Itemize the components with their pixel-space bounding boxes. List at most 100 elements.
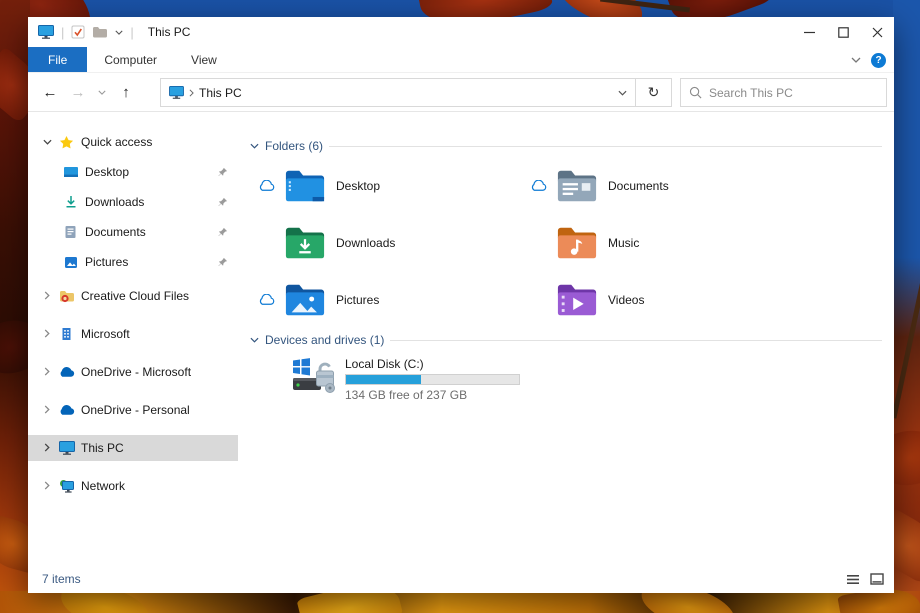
help-button[interactable]: ? <box>871 52 886 68</box>
folders-grid: Desktop Documents Downloads Music Pictur… <box>256 157 828 328</box>
pictures-icon <box>62 254 79 270</box>
properties-icon[interactable] <box>71 25 85 39</box>
videos-folder-icon <box>557 284 597 315</box>
sidebar-item-label: This PC <box>81 441 124 455</box>
group-title[interactable]: Devices and drives (1) <box>265 333 384 347</box>
pin-icon <box>217 167 228 178</box>
sidebar-item-microsoft[interactable]: Microsoft <box>28 315 238 353</box>
drive-info: Local Disk (C:) 134 GB free of 237 GB <box>345 355 520 402</box>
network-icon <box>58 478 75 494</box>
sidebar-item-documents[interactable]: Documents <box>28 217 238 247</box>
local-disk-bitlocker-icon <box>293 358 335 393</box>
maximize-button[interactable] <box>826 17 860 47</box>
refresh-button[interactable]: ↻ <box>635 79 671 106</box>
folder-tile-documents[interactable]: Documents <box>528 157 828 214</box>
drive-tile-local-disk-c[interactable]: Local Disk (C:) 134 GB free of 237 GB <box>290 355 520 402</box>
title-bar[interactable]: | | This PC <box>28 17 894 47</box>
forward-button[interactable]: → <box>64 78 92 106</box>
minimize-button[interactable] <box>792 17 826 47</box>
folder-tile-downloads[interactable]: Downloads <box>256 214 528 271</box>
breadcrumb-location[interactable]: This PC <box>199 86 242 100</box>
drive-name: Local Disk (C:) <box>345 357 424 371</box>
chevron-right-icon[interactable] <box>44 365 50 379</box>
sidebar-item-label: OneDrive - Microsoft <box>81 365 192 379</box>
ribbon-expand-chevron-icon[interactable] <box>851 57 861 63</box>
search-box[interactable] <box>680 78 887 107</box>
onedrive-cloud-icon <box>58 402 75 418</box>
ribbon-right-controls: ? <box>851 47 886 73</box>
items-view: Folders (6) Desktop Documents Downloads … <box>238 113 894 565</box>
pin-icon <box>217 197 228 208</box>
sidebar-item-label: Downloads <box>85 195 145 209</box>
details-view-icon[interactable] <box>846 574 860 585</box>
this-pc-icon <box>38 25 54 39</box>
sidebar-item-desktop[interactable]: Desktop <box>28 157 238 187</box>
chevron-right-icon[interactable] <box>44 479 50 493</box>
sidebar-item-label: Quick access <box>81 135 153 149</box>
group-header-folders[interactable]: Folders (6) <box>250 139 894 153</box>
sidebar-item-this-pc[interactable]: This PC <box>28 429 238 467</box>
chevron-right-icon[interactable] <box>44 289 50 303</box>
chevron-right-icon[interactable] <box>44 327 50 341</box>
folder-tile-label: Pictures <box>336 292 380 307</box>
download-icon <box>62 194 79 210</box>
chevron-down-icon[interactable] <box>40 139 54 145</box>
toolbar-customize-chevron-icon[interactable] <box>115 30 123 35</box>
folder-tile-music[interactable]: Music <box>528 214 828 271</box>
folder-tile-videos[interactable]: Videos <box>528 271 828 328</box>
address-bar[interactable]: This PC ↻ <box>160 78 672 107</box>
chevron-right-icon[interactable] <box>44 441 50 455</box>
toolbar-separator: | <box>61 24 65 40</box>
folder-tile-desktop[interactable]: Desktop <box>256 157 528 214</box>
ribbon-tab-row: File Computer View ? <box>28 47 894 73</box>
large-icons-view-icon[interactable] <box>870 573 884 585</box>
close-button[interactable] <box>860 17 894 47</box>
group-collapse-chevron-icon[interactable] <box>250 337 259 343</box>
sidebar-item-onedrive-personal[interactable]: OneDrive - Personal <box>28 391 238 429</box>
search-input[interactable] <box>709 85 878 100</box>
file-explorer-window: | | This PC File Computer View ? ← → ↑ T… <box>28 17 894 593</box>
downloads-folder-icon <box>285 227 325 258</box>
nav-history-buttons: ← → ↑ <box>28 78 140 106</box>
desktop-icon <box>62 164 79 180</box>
tab-computer[interactable]: Computer <box>87 47 174 72</box>
onedrive-status-cloud-icon <box>528 179 548 192</box>
item-count: 7 items <box>42 572 81 586</box>
pin-icon <box>217 227 228 238</box>
up-button[interactable]: ↑ <box>112 78 140 106</box>
creative-cloud-folder-icon <box>58 288 75 304</box>
this-pc-icon <box>169 86 184 99</box>
music-folder-icon <box>557 227 597 258</box>
breadcrumb-chevron-icon <box>189 88 194 97</box>
sidebar-item-network[interactable]: Network <box>28 467 238 505</box>
folder-tile-label: Videos <box>608 292 645 307</box>
toolbar-separator: | <box>130 24 134 40</box>
folder-tile-pictures[interactable]: Pictures <box>256 271 528 328</box>
sidebar-item-quick-access[interactable]: Quick access <box>28 127 238 157</box>
chevron-right-icon[interactable] <box>44 403 50 417</box>
sidebar-item-creative-cloud-files[interactable]: Creative Cloud Files <box>28 277 238 315</box>
group-collapse-chevron-icon[interactable] <box>250 143 259 149</box>
navigation-pane: Quick access Desktop Downloads Documents… <box>28 113 238 565</box>
sidebar-item-downloads[interactable]: Downloads <box>28 187 238 217</box>
recent-locations-chevron-icon[interactable] <box>92 78 112 106</box>
view-toggles <box>846 573 884 585</box>
back-button[interactable]: ← <box>36 78 64 106</box>
star-icon <box>58 134 75 150</box>
group-header-devices[interactable]: Devices and drives (1) <box>250 333 894 347</box>
sidebar-item-label: Desktop <box>85 165 130 179</box>
group-title[interactable]: Folders (6) <box>265 139 323 153</box>
address-dropdown-chevron-icon[interactable] <box>609 79 635 106</box>
breadcrumb[interactable]: This PC <box>161 86 609 100</box>
status-bar: 7 items <box>28 565 894 593</box>
new-folder-icon[interactable] <box>92 26 108 39</box>
drive-free-space: 134 GB free of 237 GB <box>345 388 468 402</box>
tab-view[interactable]: View <box>174 47 234 72</box>
building-icon <box>58 326 75 342</box>
tab-file[interactable]: File <box>28 47 88 72</box>
quick-access-toolbar: | | This PC <box>28 25 190 40</box>
sidebar-item-onedrive-microsoft[interactable]: OneDrive - Microsoft <box>28 353 238 391</box>
sidebar-item-pictures[interactable]: Pictures <box>28 247 238 277</box>
folder-tile-label: Documents <box>608 178 669 193</box>
selected-row-highlight: This PC <box>28 435 238 461</box>
